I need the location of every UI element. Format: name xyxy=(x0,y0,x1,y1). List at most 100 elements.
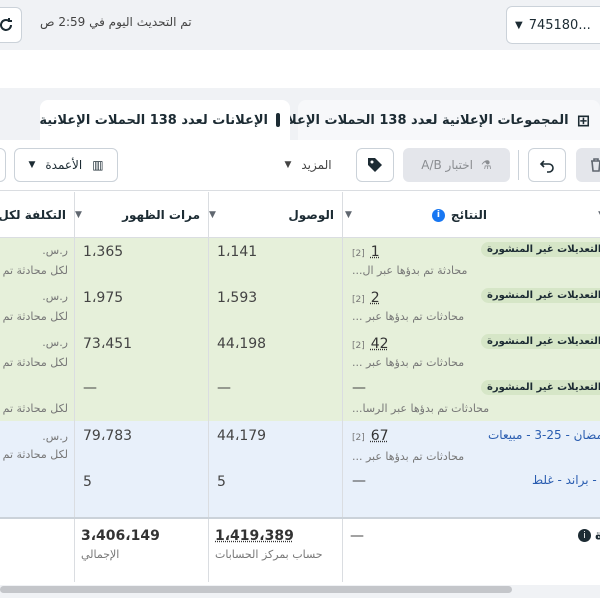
undo-icon xyxy=(539,160,554,173)
unpublished-badge: التعديلات غير المنشورة xyxy=(481,242,600,257)
totals-impressions-subtext: الإجمالي xyxy=(81,548,120,561)
cost-subtext: لكل محادثة تم بد xyxy=(0,448,68,461)
footnote-tag: [2] xyxy=(352,249,365,259)
unpublished-badge: التعديلات غير المنشورة xyxy=(481,380,600,395)
cost-subtext: لكل محادثة تم بد xyxy=(0,356,68,369)
reach-value: 44،179 xyxy=(217,428,267,444)
result-cell: [2] 2 xyxy=(352,290,380,306)
trash-icon xyxy=(591,158,600,172)
column-divider xyxy=(342,192,343,582)
result-value[interactable]: 42 xyxy=(371,336,389,352)
columns-dropdown[interactable]: ▥ الأعمدة ▼ xyxy=(14,148,118,182)
footnote-tag: [2] xyxy=(352,433,365,443)
column-header-cost[interactable]: التكلفة لكل نتي xyxy=(0,192,74,238)
cost-value: ر.س. xyxy=(42,244,68,257)
result-value[interactable]: 2 xyxy=(371,290,380,306)
result-value: — xyxy=(352,380,366,396)
cost-value: ر.س. xyxy=(42,430,68,443)
cost-value: ر.س. xyxy=(42,336,68,349)
column-divider xyxy=(208,192,209,582)
reach-value: 44،198 xyxy=(217,336,267,352)
column-header-results[interactable]: النتائج i ▼ xyxy=(345,192,495,238)
unpublished-badge: التعديلات غير المنشورة xyxy=(481,288,600,303)
campaign-name-link[interactable]: رمضان - 25-3 - مبيعات xyxy=(488,428,600,442)
impressions-value: — xyxy=(83,380,97,396)
header-bottom-border xyxy=(0,237,600,238)
column-impressions-label: مرات الظهور xyxy=(122,208,200,222)
totals-reach-subtext: حساب بمركز الحسابات xyxy=(215,548,323,561)
grid-icon: ⊞ xyxy=(576,110,590,130)
impressions-value: 1،975 xyxy=(83,290,124,306)
flask-icon: ⚗ xyxy=(481,158,492,172)
campaign-name-link[interactable]: 3 - براند - غلط xyxy=(532,473,600,487)
tab-adsets-label: المجموعات الإعلانية لعدد 138 الحملات الإ… xyxy=(269,112,569,128)
info-icon: i xyxy=(431,208,445,222)
reach-value: — xyxy=(217,380,231,396)
result-cell: [2] 67 xyxy=(352,428,389,444)
toolbar-edge-button[interactable] xyxy=(0,148,6,182)
result-cell: [2] 42 xyxy=(352,336,389,352)
totals-label-text: ة xyxy=(595,528,600,543)
impressions-value: 1،365 xyxy=(83,244,124,260)
totals-result: — xyxy=(350,528,364,544)
toolbar-divider xyxy=(518,150,519,180)
footnote-tag: [2] xyxy=(352,341,365,351)
tag-button[interactable] xyxy=(356,148,394,182)
column-cost-label: التكلفة لكل نتي xyxy=(0,208,66,222)
scrollbar-thumb[interactable] xyxy=(0,586,512,593)
refresh-icon xyxy=(0,18,12,31)
ab-test-button[interactable]: ⚗ اختبار A/B xyxy=(403,148,510,182)
columns-icon: ▥ xyxy=(92,158,104,172)
undo-button[interactable] xyxy=(528,148,566,182)
totals-reach: 1،419،389 xyxy=(215,528,294,544)
ad-icon xyxy=(276,113,280,127)
column-results-label: النتائج xyxy=(450,208,487,222)
result-subtext: محادثات تم بدؤها عبر ... xyxy=(352,356,465,369)
info-icon: i xyxy=(578,529,591,542)
last-updated-text: تم التحديث اليوم في 2:59 ص xyxy=(40,15,192,29)
result-cell: [2] 1 xyxy=(352,244,380,260)
column-reach-label: الوصول xyxy=(288,208,334,222)
tag-icon xyxy=(368,158,382,172)
result-value[interactable]: 1 xyxy=(371,244,380,260)
reach-value: 1،141 xyxy=(217,244,258,260)
column-header-reach[interactable]: الوصول ▼ xyxy=(209,192,342,238)
account-selector[interactable]: ▼ 745180... xyxy=(506,6,600,44)
impressions-value: 73،451 xyxy=(83,336,133,352)
tab-ads-label: الإعلانات لعدد 138 الحملات الإعلانية xyxy=(39,112,268,128)
footnote-tag: [2] xyxy=(352,295,365,305)
filter-band xyxy=(0,50,600,88)
result-value: — xyxy=(352,473,366,489)
more-dropdown[interactable]: المزيد ▼ xyxy=(278,148,338,182)
cost-subtext: لكل محادثة تم بد xyxy=(0,402,68,415)
cost-value: ر.س. xyxy=(42,290,68,303)
chevron-down-icon: ▼ xyxy=(515,19,523,31)
column-divider xyxy=(74,192,75,582)
ab-test-label: اختبار A/B xyxy=(421,158,473,172)
cost-subtext: لكل محادثة تم بد xyxy=(0,310,68,323)
unpublished-badge: التعديلات غير المنشورة xyxy=(481,334,600,349)
sort-caret-icon: ▼ xyxy=(75,210,82,220)
sort-caret-icon: ▼ xyxy=(345,210,352,220)
sort-caret-icon: ▼ xyxy=(209,210,216,220)
tab-ads[interactable]: الإعلانات لعدد 138 الحملات الإعلانية xyxy=(39,100,290,140)
impressions-value: 5 xyxy=(83,474,92,490)
cost-subtext: لكل محادثة تم بد xyxy=(0,264,68,277)
tab-adsets[interactable]: ⊞ المجموعات الإعلانية لعدد 138 الحملات ا… xyxy=(269,100,600,140)
totals-label: ة i xyxy=(578,528,600,543)
totals-divider xyxy=(0,517,600,519)
refresh-button[interactable] xyxy=(0,7,22,43)
result-value[interactable]: 67 xyxy=(371,428,389,444)
caret-down-icon: ▼ xyxy=(28,160,36,170)
totals-impressions: 3،406،149 xyxy=(81,528,160,544)
result-subtext: محادثات تم بدؤها عبر ... xyxy=(352,450,465,463)
result-subtext: محادثات تم بدؤها عبر الرسا... xyxy=(352,402,490,415)
result-subtext: محادثة تم بدؤها عبر ال... xyxy=(352,264,468,277)
column-header-impressions[interactable]: مرات الظهور ▼ xyxy=(75,192,208,238)
column-header-name-edge[interactable]: ▼ xyxy=(585,192,600,238)
account-label: 745180... xyxy=(528,17,591,33)
more-label: المزيد xyxy=(301,158,332,172)
columns-label: الأعمدة xyxy=(45,158,83,172)
delete-button[interactable] xyxy=(576,148,600,182)
impressions-value: 79،783 xyxy=(83,428,133,444)
